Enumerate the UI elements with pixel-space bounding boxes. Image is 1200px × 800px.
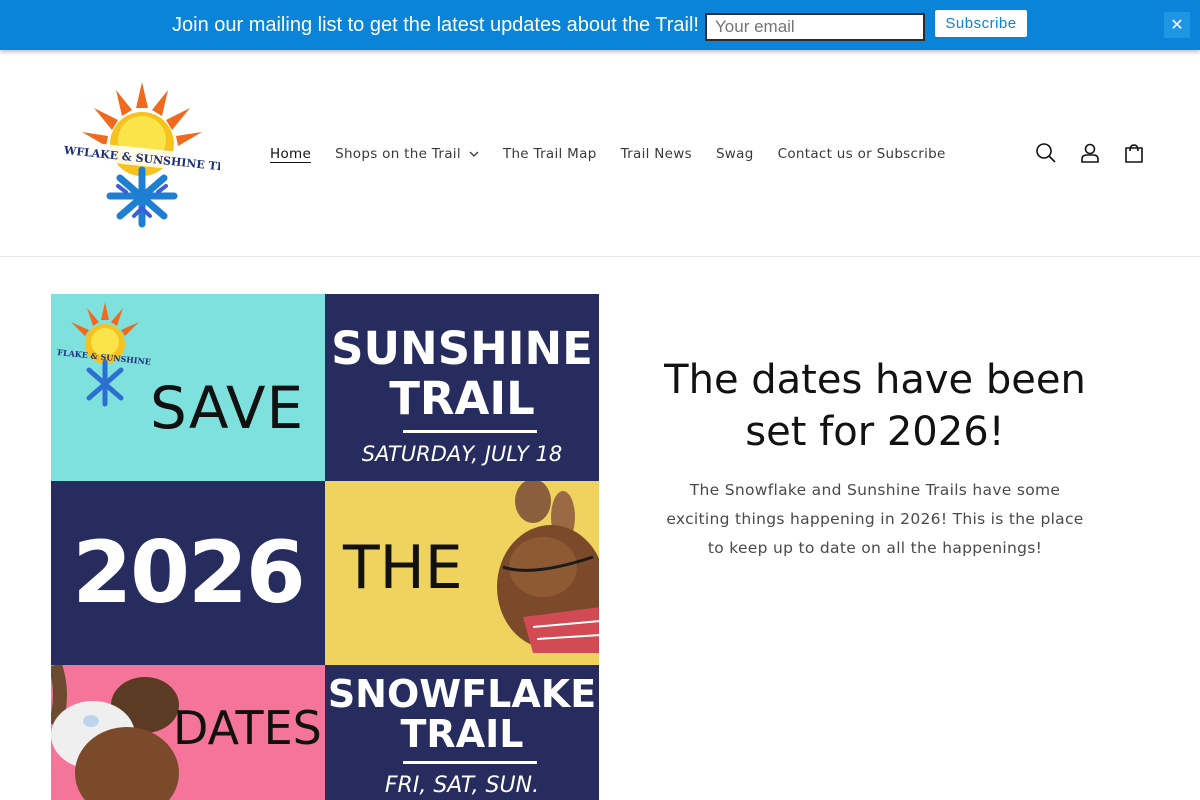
moose-toy-image — [497, 481, 599, 653]
save-the-dates-banner: SNOWFLAKE & SUNSHINE TRAIL SAVE SUNSHINE… — [51, 294, 599, 800]
site-logo[interactable]: SNOWFLAKE & SUNSHINE TRAIL — [36, 74, 248, 234]
nav-trail-map-label: The Trail Map — [502, 146, 597, 162]
account-icon[interactable] — [1068, 138, 1112, 168]
banner-the-text: THE — [343, 533, 463, 603]
nav-contact[interactable]: Contact us or Subscribe — [766, 144, 958, 164]
banner-snowflake-date: FRI, SAT, SUN. — [384, 773, 540, 798]
nav-trail-news[interactable]: Trail News — [609, 144, 704, 164]
banner-sunshine-date: SATURDAY, JULY 18 — [361, 442, 563, 466]
nav-shops-on-the-trail[interactable]: Shops on the Trail — [323, 144, 491, 164]
mailing-list-bar: Join our mailing list to get the latest … — [0, 0, 1200, 50]
banner-sunshine-title: SUNSHINE — [331, 322, 593, 375]
cart-icon[interactable] — [1112, 138, 1156, 168]
banner-tile-sunshine: SUNSHINE TRAIL SATURDAY, JULY 18 — [325, 294, 599, 481]
banner-sunshine-trail: TRAIL — [389, 372, 535, 425]
banner-divider — [403, 430, 537, 433]
nav-shops-label: Shops on the Trail — [335, 146, 461, 162]
banner-tile-snowflake: SNOWFLAKE TRAIL FRI, SAT, SUN. — [325, 665, 599, 800]
banner-tile-year: 2026 — [51, 481, 325, 665]
nav-contact-label: Contact us or Subscribe — [777, 146, 946, 162]
banner-tile-the: THE — [325, 481, 599, 665]
nav-trail-news-label: Trail News — [620, 146, 692, 162]
banner-tile-dates: DATES — [51, 665, 325, 800]
close-icon[interactable]: ✕ — [1164, 12, 1190, 38]
chevron-down-icon — [469, 151, 479, 157]
site-header: SNOWFLAKE & SUNSHINE TRAIL Home Shops on… — [0, 50, 1200, 257]
mailing-list-text: Join our mailing list to get the latest … — [172, 14, 699, 36]
subscribe-button[interactable]: Subscribe — [935, 10, 1027, 37]
banner-divider — [403, 761, 537, 764]
header-icons — [1024, 138, 1156, 168]
nav-swag[interactable]: Swag — [704, 144, 766, 164]
banner-year-text: 2026 — [72, 523, 305, 623]
page-heading: The dates have been set for 2026! — [664, 357, 1086, 455]
nav-trail-map[interactable]: The Trail Map — [491, 144, 609, 164]
banner-snowflake-title: SNOWFLAKE — [327, 672, 597, 716]
banner-tile-save: SNOWFLAKE & SUNSHINE TRAIL SAVE — [51, 294, 325, 481]
banner-dates-text: DATES — [173, 701, 322, 755]
nav-home-label: Home — [270, 146, 312, 162]
nav-home[interactable]: Home — [258, 144, 323, 164]
page-intro-text: The Snowflake and Sunshine Trails have s… — [666, 481, 1084, 557]
search-icon[interactable] — [1024, 138, 1068, 168]
banner-snowflake-trail: TRAIL — [400, 712, 524, 756]
banner-save-text: SAVE — [150, 374, 305, 442]
nav-swag-label: Swag — [715, 146, 754, 162]
logo-graphic: SNOWFLAKE & SUNSHINE TRAIL — [36, 82, 248, 228]
main-nav: Home Shops on the Trail The Trail Map Tr… — [258, 144, 958, 164]
logo-graphic: SNOWFLAKE & SUNSHINE TRAIL — [57, 302, 153, 407]
email-input[interactable] — [705, 13, 925, 41]
